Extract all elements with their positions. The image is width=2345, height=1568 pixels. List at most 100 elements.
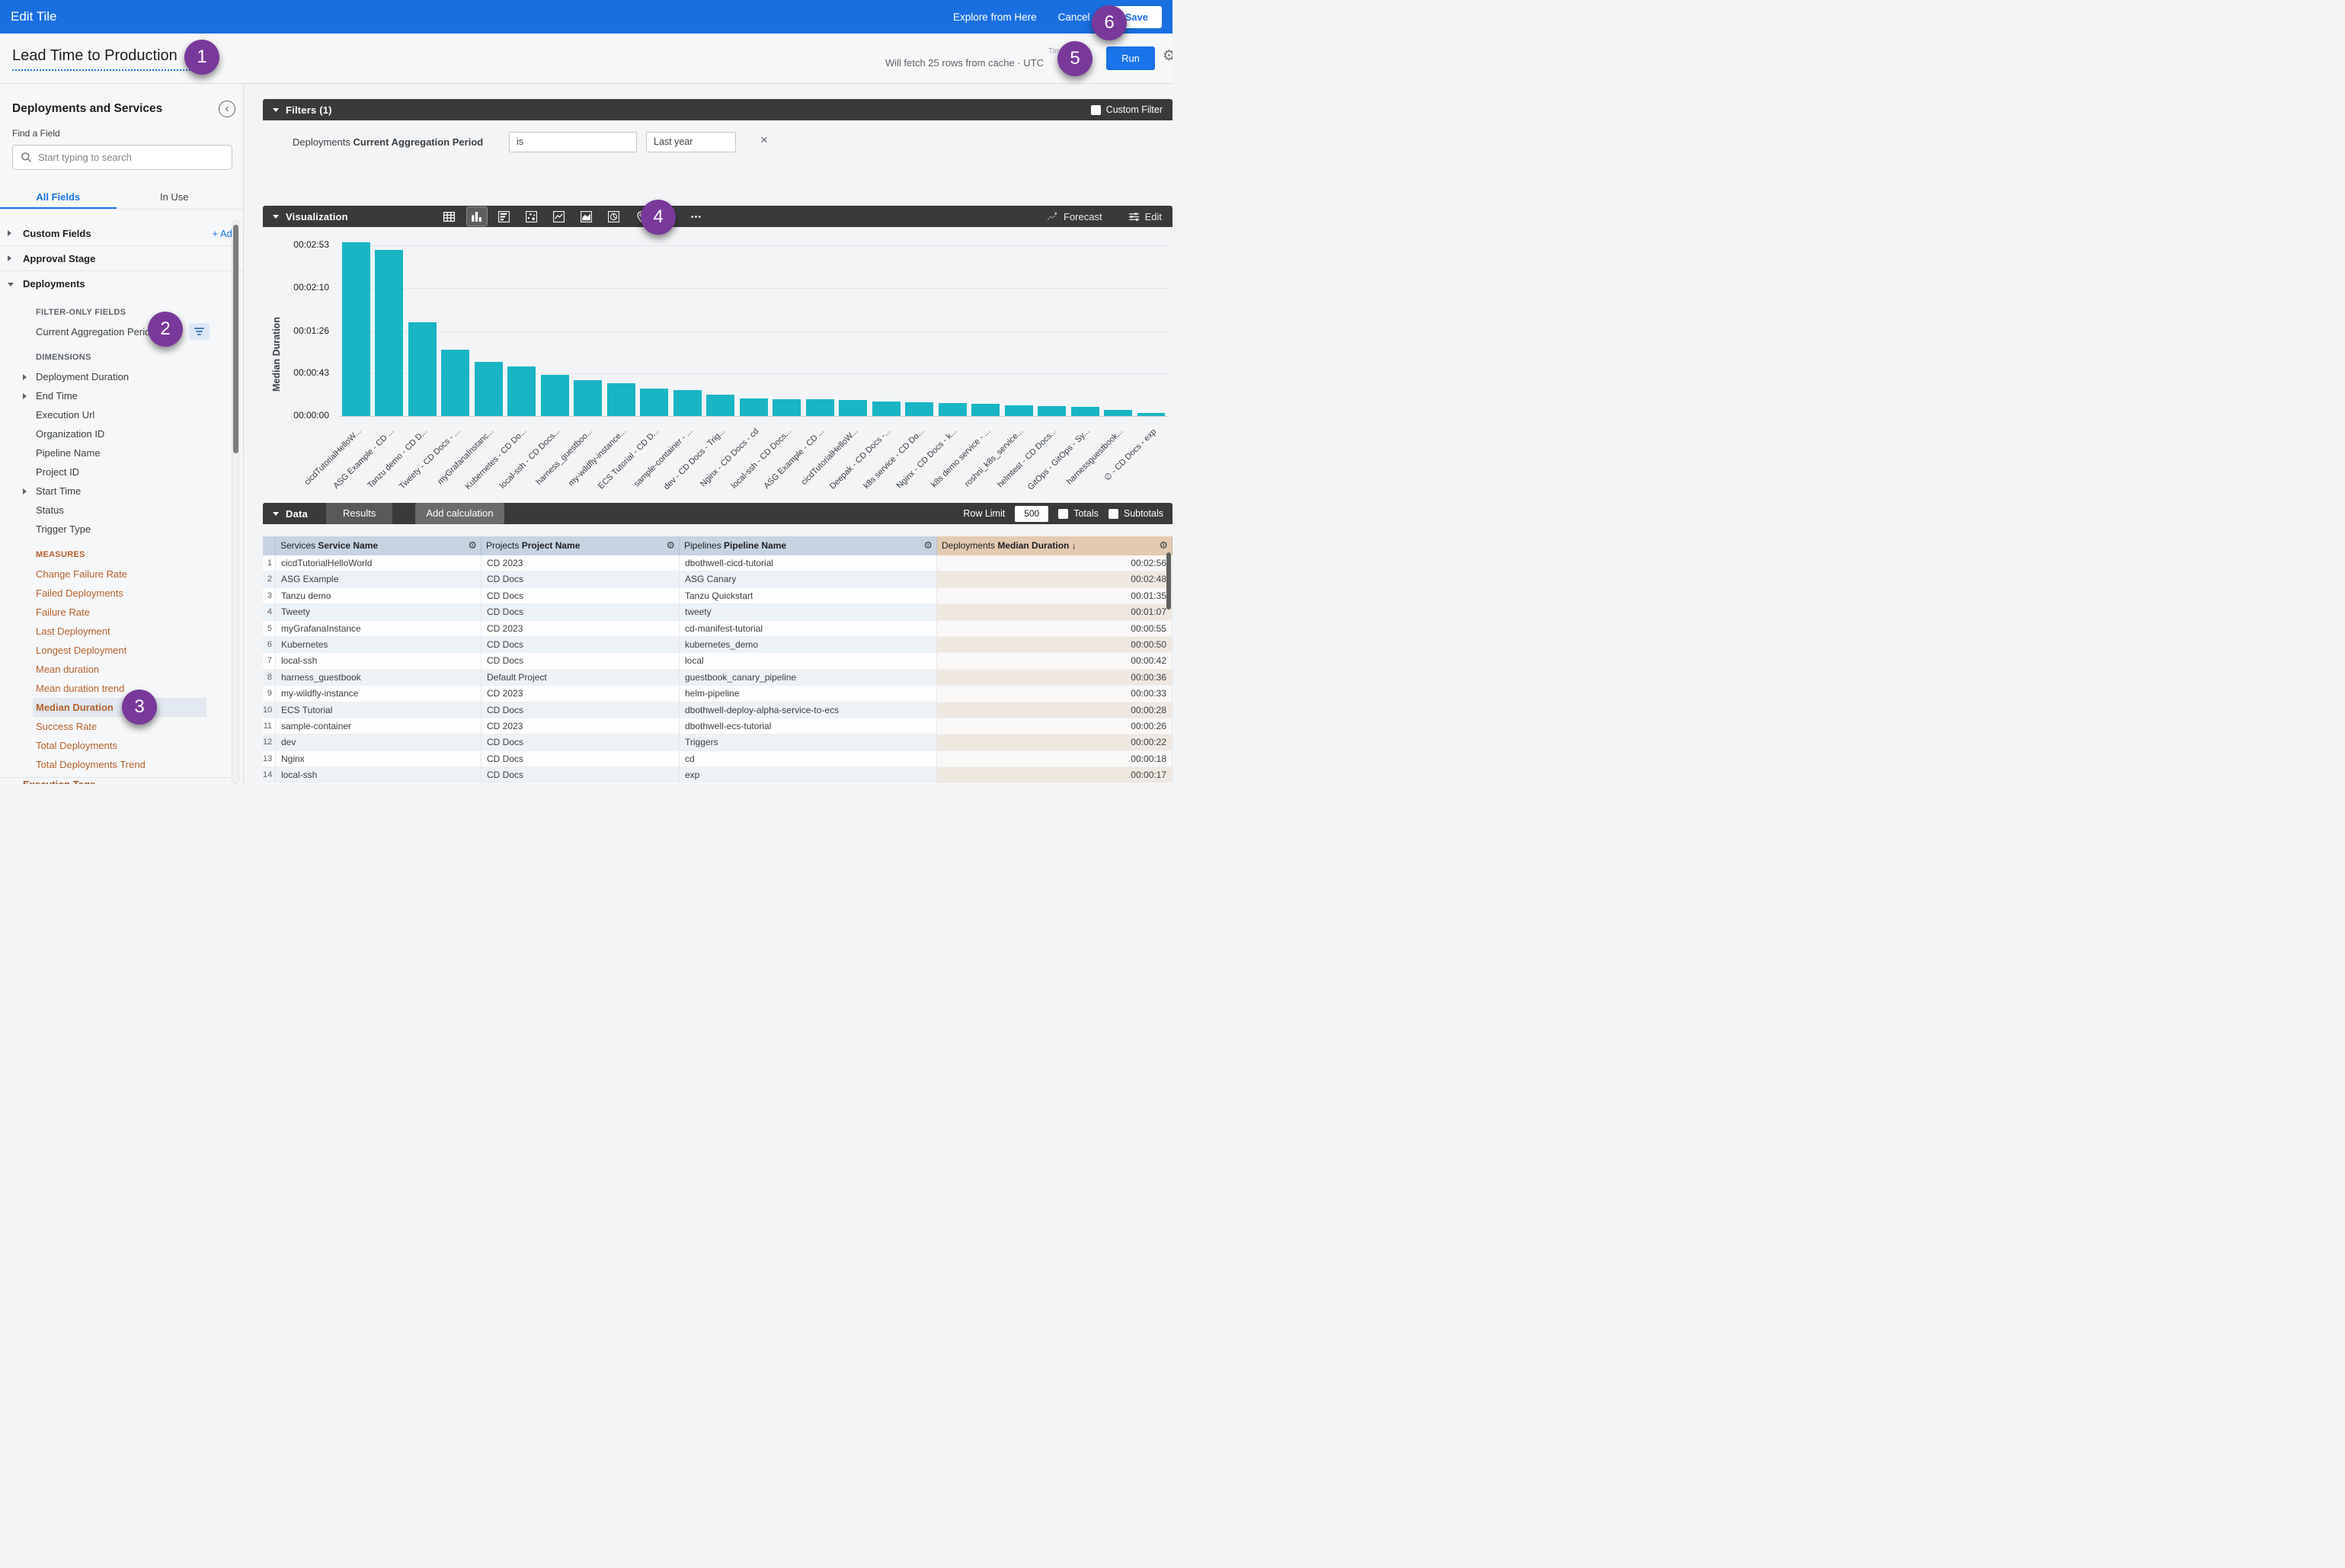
bar-nginx-cd-docs-cd[interactable]: [740, 398, 768, 416]
column-header-project-name[interactable]: Projects Project Name⚙: [481, 536, 680, 555]
caret-right-icon[interactable]: [8, 255, 11, 261]
column-header-median-duration[interactable]: Deployments Median Duration ↓⚙: [937, 536, 1172, 555]
sidebar-group-deployments[interactable]: Deployments2: [0, 271, 244, 296]
sidebar-field-change-failure-rate[interactable]: Change Failure Rate: [0, 565, 244, 584]
sidebar-field-last-deployment[interactable]: Last Deployment: [0, 622, 244, 641]
bar-gitops-gitops-sy[interactable]: [1071, 407, 1099, 416]
sidebar-field-project-id[interactable]: Project ID: [0, 462, 244, 482]
sidebar-field-failed-deployments[interactable]: Failed Deployments: [0, 584, 244, 603]
totals-checkbox[interactable]: [1058, 509, 1068, 519]
sidebar-scrollbar-thumb[interactable]: [233, 225, 238, 453]
forecast-button[interactable]: Forecast: [1047, 211, 1102, 222]
bar-k8s-demo-service[interactable]: [971, 404, 1000, 416]
sidebar-field-organization-id[interactable]: Organization ID: [0, 424, 244, 443]
line-chart-icon[interactable]: [549, 207, 569, 226]
tab-all-fields[interactable]: All Fields: [0, 187, 117, 210]
bar-dev-cd-docs-trig[interactable]: [706, 395, 734, 416]
custom-filter-checkbox[interactable]: [1091, 105, 1101, 115]
table-chart-icon[interactable]: [440, 207, 459, 226]
explore-from-here-link[interactable]: Explore from Here: [953, 11, 1037, 23]
bar-cd-docs-exp[interactable]: [1137, 413, 1166, 416]
bar-cicdtutorialhellow[interactable]: [342, 242, 370, 416]
sidebar-field-total-deployments[interactable]: Total Deployments: [0, 736, 244, 755]
sidebar-field-execution-url[interactable]: Execution Url: [0, 405, 244, 424]
field-search-box[interactable]: [12, 145, 232, 170]
bar-kubernetes-cd-do[interactable]: [507, 366, 536, 416]
row-limit-input[interactable]: [1015, 506, 1048, 522]
bar-nginx-cd-docs-k[interactable]: [939, 403, 967, 416]
add-calculation-button[interactable]: Add calculation: [415, 503, 504, 524]
table-scrollbar-thumb[interactable]: [1166, 552, 1171, 610]
bar-cicdtutorialhellow[interactable]: [839, 400, 867, 416]
gear-icon[interactable]: ⚙: [1163, 47, 1172, 64]
sidebar-field-mean-duration[interactable]: Mean duration: [0, 660, 244, 679]
sidebar-group-custom-fields[interactable]: Custom Fields+ Add: [0, 221, 244, 246]
caret-right-icon[interactable]: [23, 488, 27, 494]
more-chart-icon[interactable]: [686, 207, 706, 226]
caret-down-icon[interactable]: [8, 283, 14, 286]
cancel-link[interactable]: Cancel: [1058, 11, 1090, 23]
sidebar-scrollbar[interactable]: [232, 219, 239, 784]
bar-local-ssh-cd-docs[interactable]: [541, 375, 569, 416]
bar-deepak-cd-docs[interactable]: [872, 402, 901, 416]
pie-chart-icon[interactable]: [604, 207, 624, 226]
run-button[interactable]: Run: [1106, 46, 1155, 70]
sidebar-field-pipeline-name[interactable]: Pipeline Name: [0, 443, 244, 462]
collapse-data-icon[interactable]: [273, 512, 279, 516]
sidebar-field-end-time[interactable]: End Time: [0, 386, 244, 405]
data-section-header[interactable]: Data Results Add calculation Row Limit T…: [263, 503, 1172, 524]
sidebar-group-execution-tags[interactable]: Execution Tags: [0, 777, 244, 784]
bar-ecs-tutorial-cd-d[interactable]: [640, 389, 668, 416]
visualization-section-header[interactable]: Visualization 6 Forecast Edit: [263, 206, 1172, 227]
bar-harness-guestboo[interactable]: [574, 380, 602, 416]
filters-section-header[interactable]: Filters (1) Custom Filter: [263, 99, 1172, 120]
caret-right-icon[interactable]: [23, 374, 27, 380]
area-chart-icon[interactable]: [577, 207, 597, 226]
column-header-service-name[interactable]: Services Service Name⚙: [276, 536, 481, 555]
row-chart-icon[interactable]: [494, 207, 514, 226]
column-gear-icon[interactable]: ⚙: [666, 536, 675, 555]
caret-right-icon[interactable]: [23, 393, 27, 399]
caret-right-icon[interactable]: [8, 230, 11, 236]
sidebar-field-status[interactable]: Status: [0, 501, 244, 520]
edit-viz-button[interactable]: Edit: [1128, 211, 1162, 222]
filter-operator-select[interactable]: is: [509, 132, 637, 152]
sidebar-field-longest-deployment[interactable]: Longest Deployment: [0, 641, 244, 660]
sidebar-field-total-deployments-trend[interactable]: Total Deployments Trend: [0, 755, 244, 774]
column-header-pipeline-name[interactable]: Pipelines Pipeline Name⚙: [680, 536, 937, 555]
bar-tanzu-demo-cd-d[interactable]: [408, 322, 437, 416]
sidebar-field-start-time[interactable]: Start Time: [0, 482, 244, 501]
bar-chart-icon[interactable]: [467, 207, 487, 226]
bar-roshni-k8s-service[interactable]: [1005, 405, 1033, 416]
column-gear-icon[interactable]: ⚙: [923, 536, 933, 555]
column-gear-icon[interactable]: ⚙: [468, 536, 477, 555]
subtotals-checkbox[interactable]: [1109, 509, 1118, 519]
sidebar-field-success-rate[interactable]: Success Rate: [0, 717, 244, 736]
filter-icon[interactable]: [189, 323, 210, 340]
sidebar-field-current-aggregation-period[interactable]: Current Aggregation Period: [0, 322, 244, 341]
tile-title-input[interactable]: Lead Time to Production: [12, 47, 203, 71]
bar-asg-example-cd[interactable]: [375, 250, 403, 416]
bar-mygrafanainstanc[interactable]: [475, 362, 503, 416]
sidebar-field-deployment-duration[interactable]: Deployment Duration: [0, 367, 244, 386]
collapse-filters-icon[interactable]: [273, 108, 279, 112]
filter-value-input[interactable]: Last year: [646, 132, 736, 152]
sidebar-field-mean-duration-trend[interactable]: Mean duration trend: [0, 679, 244, 698]
tab-in-use[interactable]: In Use: [117, 187, 233, 210]
bar-asg-example-cd[interactable]: [806, 399, 834, 416]
sidebar-group-approval-stage[interactable]: Approval Stage: [0, 246, 244, 271]
bar-harnessguestbook[interactable]: [1104, 410, 1132, 416]
bar-tweety-cd-docs[interactable]: [441, 350, 469, 416]
collapse-visualization-icon[interactable]: [273, 215, 279, 219]
bar-local-ssh-cd-docs[interactable]: [773, 399, 801, 416]
bar-helmtest-cd-docs[interactable]: [1038, 406, 1066, 416]
remove-filter-icon[interactable]: ×: [760, 133, 768, 148]
bar-my-wildfly-instance[interactable]: [607, 383, 635, 416]
tab-results[interactable]: Results: [326, 503, 392, 524]
sidebar-field-failure-rate[interactable]: Failure Rate: [0, 603, 244, 622]
search-input[interactable]: [38, 152, 224, 163]
bar-k8s-service-cd-do[interactable]: [905, 402, 933, 416]
sidebar-field-trigger-type[interactable]: Trigger Type: [0, 520, 244, 539]
bar-sample-container[interactable]: [673, 390, 702, 416]
collapse-sidebar-icon[interactable]: ‹: [219, 101, 235, 117]
